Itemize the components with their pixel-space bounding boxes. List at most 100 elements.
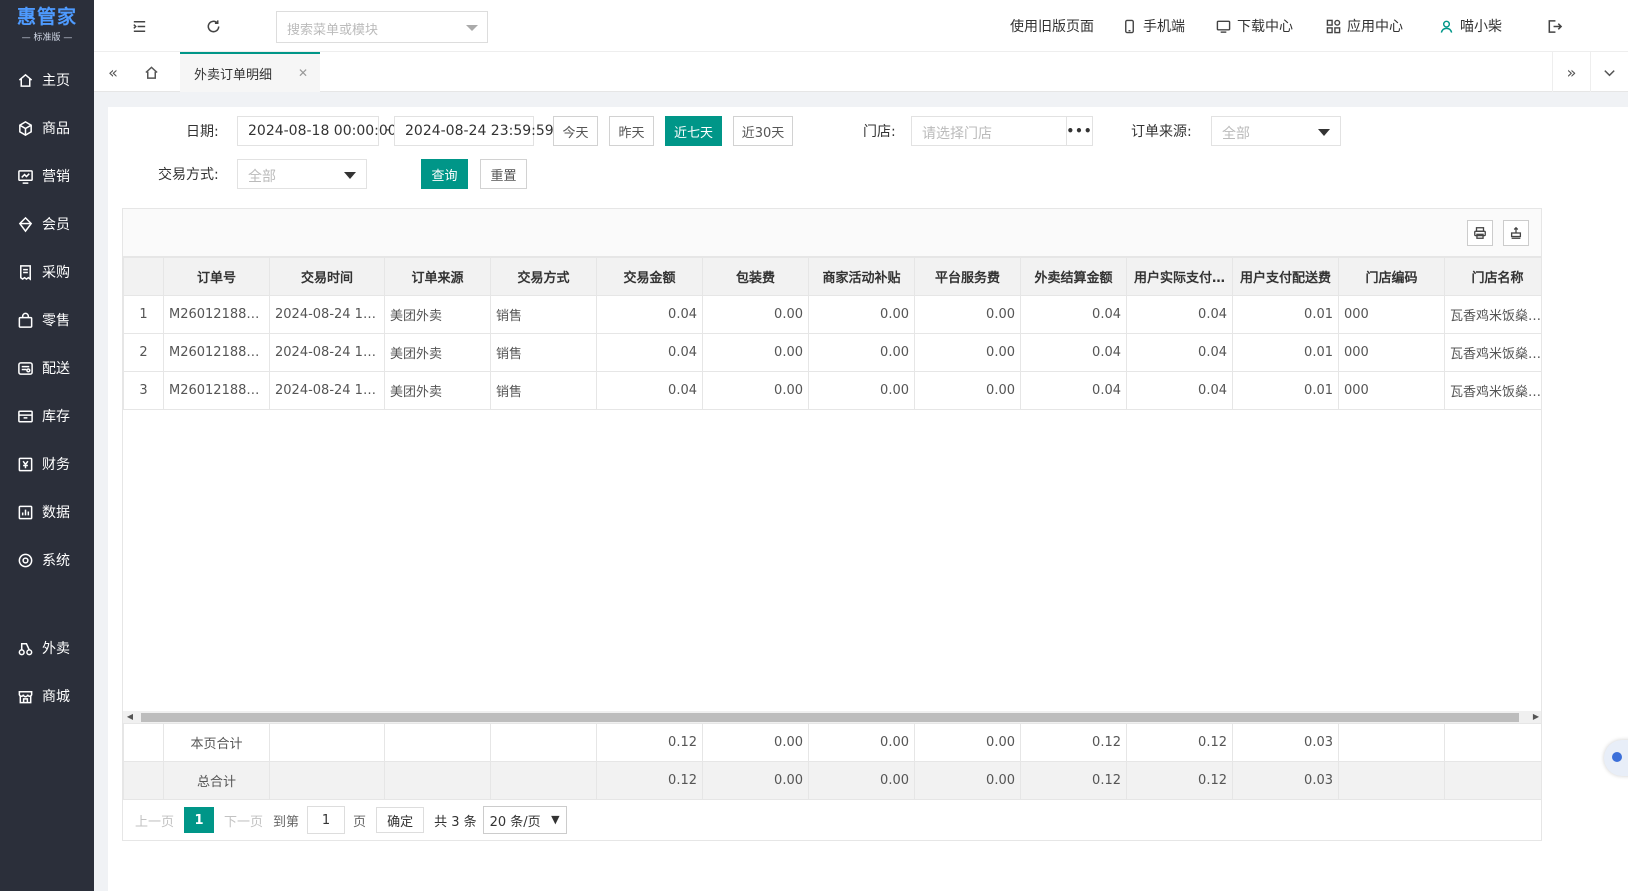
menu-search-input[interactable]: 搜索菜单或模块 (276, 11, 488, 43)
tab-menu-chevron-icon[interactable] (1590, 52, 1628, 92)
total-cell (269, 723, 385, 762)
app-center-link[interactable]: 应用中心 (1326, 0, 1403, 52)
table-cell: 2 (123, 333, 164, 372)
mobile-link[interactable]: 手机端 (1122, 0, 1185, 52)
close-icon[interactable]: ✕ (298, 66, 308, 80)
phone-icon (1125, 19, 1134, 33)
sidebar-item-0[interactable]: 主页 (0, 56, 94, 104)
trade-type-select[interactable]: 全部 (237, 159, 367, 189)
total-cell (1338, 723, 1445, 762)
column-header-7[interactable]: 商家活动补贴 (808, 257, 915, 296)
date-end-input[interactable]: 2024-08-24 23:59:59 (394, 116, 554, 146)
table-cell: 0.04 (1020, 295, 1127, 334)
user-menu[interactable]: 喵小柴 (1439, 0, 1502, 52)
total-cell (123, 723, 164, 762)
table-cell: 0.04 (1126, 333, 1233, 372)
table-row[interactable]: 2 M260121889… 2024-08-24 10… 美团外卖 销售 0.04 0.00… (123, 333, 1541, 372)
table-cell: 0.01 (1232, 371, 1339, 410)
yesterday-button[interactable]: 昨天 (609, 116, 654, 146)
column-header-13[interactable]: 门店名称 (1444, 257, 1541, 296)
box-icon (16, 407, 34, 425)
grand-total-row: 总合计 0.12 0.00 0.00 0.00 0.12 0.12 0.03 (123, 761, 1541, 800)
table-scroll-area[interactable]: 订单号 交易时间 订单来源 交易方式 交易金额 包装费 商家活动补贴 平台服务费 外卖结算金额用… (123, 257, 1541, 725)
old-page-link[interactable]: 使用旧版页面 (1010, 0, 1094, 52)
next-page-button[interactable]: 下一页 (224, 811, 263, 830)
sidebar-item-12[interactable]: 商城 (0, 672, 94, 720)
sidebar-item-2[interactable]: 营销 (0, 152, 94, 200)
sidebar-item-7[interactable]: 库存 (0, 392, 94, 440)
apps-grid-icon (1326, 19, 1341, 33)
logo-title: 惠管家 (16, 6, 77, 28)
column-header-4[interactable]: 交易方式 (490, 257, 597, 296)
sidebar-item-3[interactable]: 会员 (0, 200, 94, 248)
more-icon[interactable]: ••• (1066, 117, 1092, 145)
column-header-0[interactable] (123, 257, 164, 296)
horizontal-scrollbar[interactable]: ◀ ▶ (123, 711, 1541, 723)
column-header-8[interactable]: 平台服务费 (914, 257, 1021, 296)
total-cell (269, 761, 385, 800)
tab-scroll-left-icon[interactable]: « (94, 52, 132, 92)
table-cell: 0.00 (808, 371, 915, 410)
page-number-input[interactable]: 1 (307, 806, 346, 834)
date-start-input[interactable]: 2024-08-18 00:00:00 (237, 116, 397, 146)
total-cell: 0.03 (1232, 723, 1339, 762)
menu-toggle-icon[interactable] (129, 16, 149, 36)
sidebar-item-6[interactable]: 配送 (0, 344, 94, 392)
column-header-2[interactable]: 交易时间 (269, 257, 385, 296)
last-30-days-button[interactable]: 近30天 (733, 116, 793, 146)
last-7-days-button[interactable]: 近七天 (665, 116, 722, 146)
column-header-3[interactable]: 订单来源 (384, 257, 491, 296)
sidebar-item-11[interactable]: 外卖 (0, 624, 94, 672)
table-cell: 0.00 (702, 333, 809, 372)
sidebar-item-8[interactable]: 财务 (0, 440, 94, 488)
page-size-select[interactable]: 20 条/页 ▼ (482, 806, 567, 834)
logout-icon[interactable] (1544, 16, 1564, 36)
column-header-10[interactable]: 用户实际支付… (1126, 257, 1233, 296)
confirm-page-button[interactable]: 确定 (376, 807, 425, 833)
sidebar-item-label: 采购 (42, 265, 70, 281)
logo[interactable]: 惠管家 — 标准版 — (0, 0, 94, 50)
column-header-5[interactable]: 交易金额 (596, 257, 703, 296)
table-row[interactable]: 1 M260121889… 2024-08-24 10… 美团外卖 销售 0.04 0.00… (123, 295, 1541, 334)
prev-page-button[interactable]: 上一页 (135, 811, 174, 830)
reset-button[interactable]: 重置 (480, 159, 527, 189)
table-cell: 0.04 (1020, 371, 1127, 410)
sidebar-item-9[interactable]: 数据 (0, 488, 94, 536)
column-header-6[interactable]: 包装费 (702, 257, 809, 296)
scroll-left-arrow-icon[interactable]: ◀ (123, 711, 137, 723)
sidebar-nav: 主页 商品 营销 会员采购零售 配送 库存 财务 数据 系统外卖商城 (0, 56, 94, 720)
sidebar-item-10[interactable]: 系统 (0, 536, 94, 584)
table-header-row: 订单号 交易时间 订单来源 交易方式 交易金额 包装费 商家活动补贴 平台服务费 外卖结算金额用… (123, 257, 1541, 296)
column-header-1[interactable]: 订单号 (163, 257, 270, 296)
sidebar-item-label: 外卖 (42, 641, 70, 657)
today-button[interactable]: 今天 (553, 116, 598, 146)
query-button[interactable]: 查询 (421, 159, 468, 189)
table-cell: 销售 (490, 333, 597, 372)
total-cell (490, 761, 597, 800)
table-row[interactable]: 3 M260121889… 2024-08-24 10… 美团外卖 销售 0.04 0.00… (123, 371, 1541, 410)
tab-takeout-order-detail[interactable]: 外卖订单明细 ✕ (180, 52, 320, 92)
total-cell: 0.12 (1020, 761, 1127, 800)
page-1-button[interactable]: 1 (184, 807, 215, 833)
store-select-input[interactable]: 请选择门店 ••• (911, 116, 1093, 146)
column-header-12[interactable]: 门店编码 (1338, 257, 1445, 296)
monitor-icon (1216, 20, 1231, 33)
download-center-link[interactable]: 下载中心 (1216, 0, 1293, 52)
column-header-11[interactable]: 用户支付配送费 (1232, 257, 1339, 296)
home-tab-icon[interactable] (132, 52, 170, 92)
scrollbar-thumb[interactable] (141, 713, 1519, 722)
sidebar-item-4[interactable]: 采购 (0, 248, 94, 296)
scroll-right-arrow-icon[interactable]: ▶ (1529, 711, 1541, 723)
refresh-icon[interactable] (203, 16, 223, 36)
order-source-select[interactable]: 全部 (1211, 116, 1341, 146)
table-cell: 美团外卖 (384, 295, 491, 334)
sidebar-item-1[interactable]: 商品 (0, 104, 94, 152)
table-cell: 0.00 (914, 333, 1021, 372)
bar-chart-icon (16, 503, 34, 521)
tab-scroll-right-icon[interactable]: » (1552, 52, 1590, 92)
column-header-9[interactable]: 外卖结算金额 (1020, 257, 1127, 296)
export-icon[interactable] (1503, 220, 1529, 246)
table-cell: M260121889… (163, 371, 270, 410)
print-icon[interactable] (1467, 220, 1493, 246)
sidebar-item-5[interactable]: 零售 (0, 296, 94, 344)
